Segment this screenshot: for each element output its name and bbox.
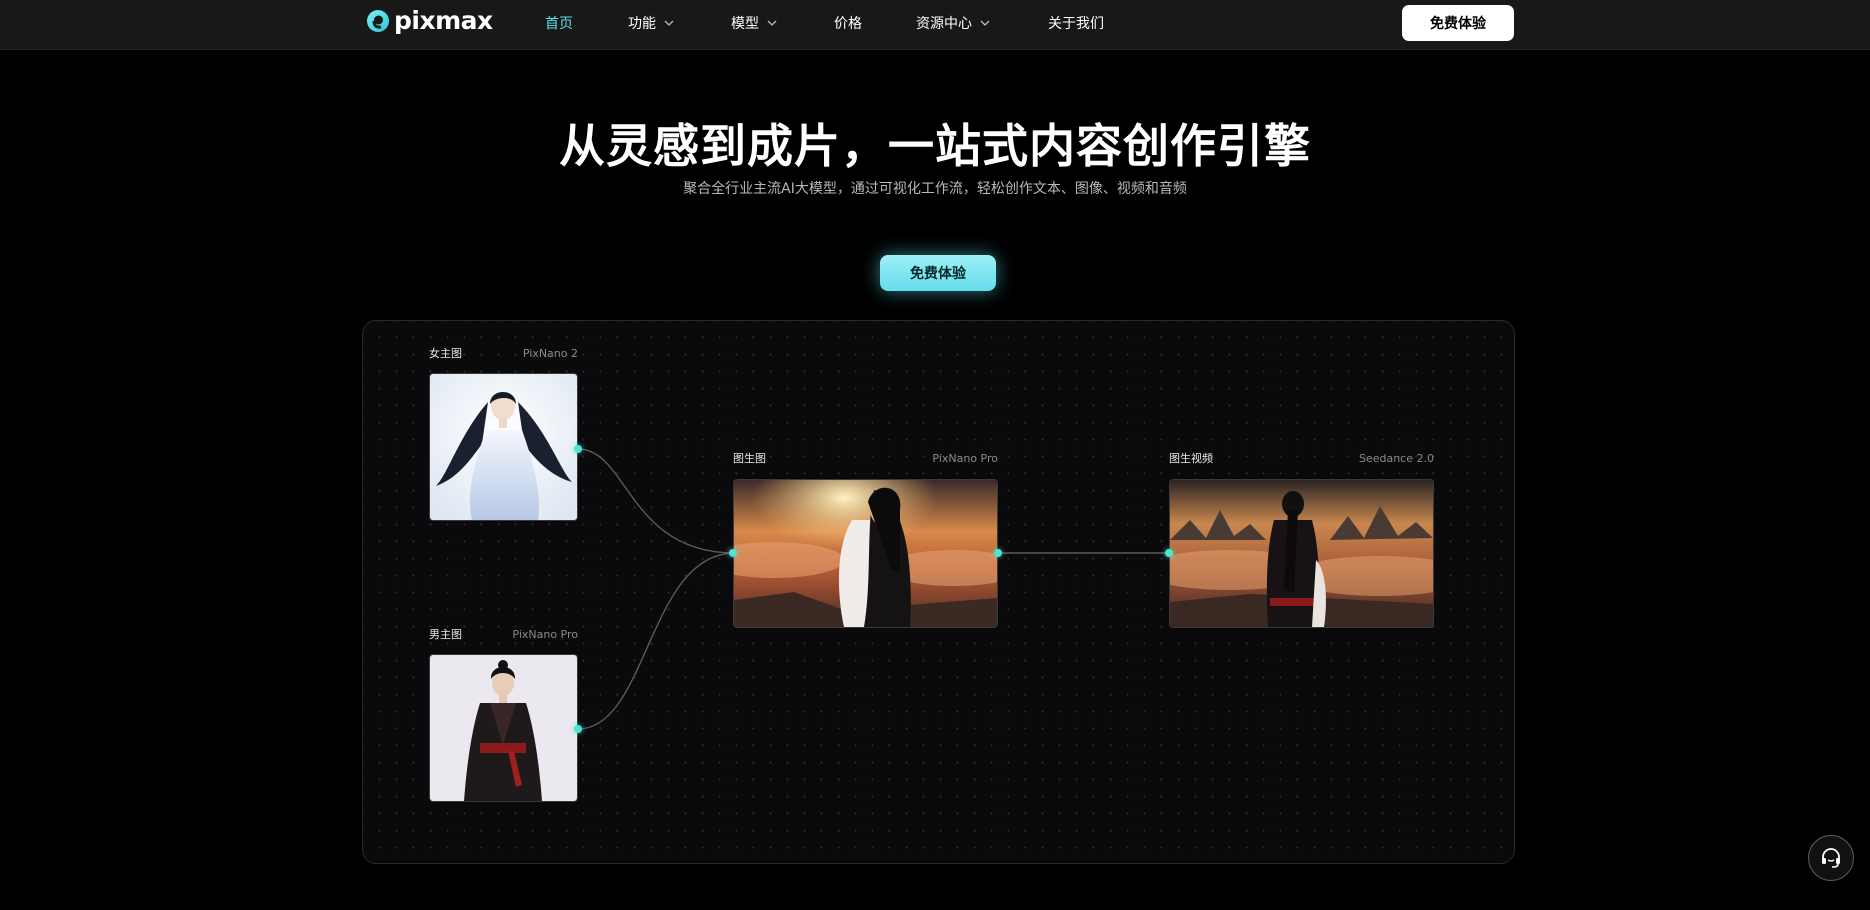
- man-portrait-image: [430, 655, 577, 801]
- input-port[interactable]: [1165, 549, 1173, 557]
- nav-item-label: 首页: [545, 16, 573, 32]
- nav-item-about[interactable]: 关于我们: [1048, 0, 1104, 46]
- woman-portrait-image: [430, 374, 577, 520]
- node-model: PixNano 2: [522, 347, 578, 360]
- free-trial-button[interactable]: 免费体验: [1402, 5, 1514, 41]
- chevron-down-icon: [767, 20, 777, 26]
- logo[interactable]: pixmax: [366, 6, 493, 35]
- output-port[interactable]: [574, 725, 582, 733]
- chevron-down-icon: [980, 20, 990, 26]
- couple-embrace-image: [734, 480, 997, 627]
- hero-free-trial-button[interactable]: 免费体验: [880, 255, 996, 291]
- nav-item-resources[interactable]: 资源中心: [916, 0, 990, 46]
- node-image-img2video[interactable]: [1169, 479, 1434, 628]
- output-port[interactable]: [994, 549, 1002, 557]
- top-nav: pixmax 首页 功能 模型 价格 资源中心 关于我们 免费体验: [0, 0, 1870, 50]
- connection-woman-to-img2img: [577, 448, 736, 554]
- nav-item-label: 功能: [628, 16, 656, 32]
- customer-support-button[interactable]: [1808, 835, 1854, 881]
- node-model: PixNano Pro: [932, 452, 998, 465]
- node-title: 男主图: [429, 628, 462, 641]
- nav-item-label: 模型: [731, 16, 759, 32]
- node-image-man[interactable]: [429, 654, 578, 802]
- output-port[interactable]: [574, 445, 582, 453]
- pixmax-logo-icon: [367, 10, 389, 32]
- connection-man-to-img2img: [577, 552, 736, 730]
- input-port[interactable]: [729, 549, 737, 557]
- node-model: PixNano Pro: [512, 628, 578, 641]
- hero-subtitle: 聚合全行业主流AI大模型，通过可视化工作流，轻松创作文本、图像、视频和音频: [683, 181, 1187, 197]
- node-title: 女主图: [429, 347, 462, 360]
- workflow-canvas[interactable]: 女主图 PixNano 2 男主图 PixNano Pro 图生图 PixNan…: [362, 320, 1515, 864]
- nav-item-label: 资源中心: [916, 16, 972, 32]
- nav-item-models[interactable]: 模型: [731, 0, 777, 46]
- couple-back-view-image: [1170, 480, 1433, 627]
- node-model: Seedance 2.0: [1358, 452, 1434, 465]
- node-title: 图生视频: [1169, 452, 1213, 465]
- nav-item-pricing[interactable]: 价格: [834, 0, 862, 46]
- nav-item-features[interactable]: 功能: [628, 0, 674, 46]
- nav-item-home[interactable]: 首页: [545, 0, 573, 46]
- brand-name: pixmax: [394, 6, 493, 35]
- headset-icon: [1822, 848, 1840, 868]
- chevron-down-icon: [664, 20, 674, 26]
- hero-title: 从灵感到成片，一站式内容创作引擎: [559, 119, 1311, 173]
- node-image-woman[interactable]: [429, 373, 578, 521]
- nav-item-label: 价格: [834, 16, 862, 32]
- nav-item-label: 关于我们: [1048, 16, 1104, 32]
- node-title: 图生图: [733, 452, 766, 465]
- node-image-img2img[interactable]: [733, 479, 998, 628]
